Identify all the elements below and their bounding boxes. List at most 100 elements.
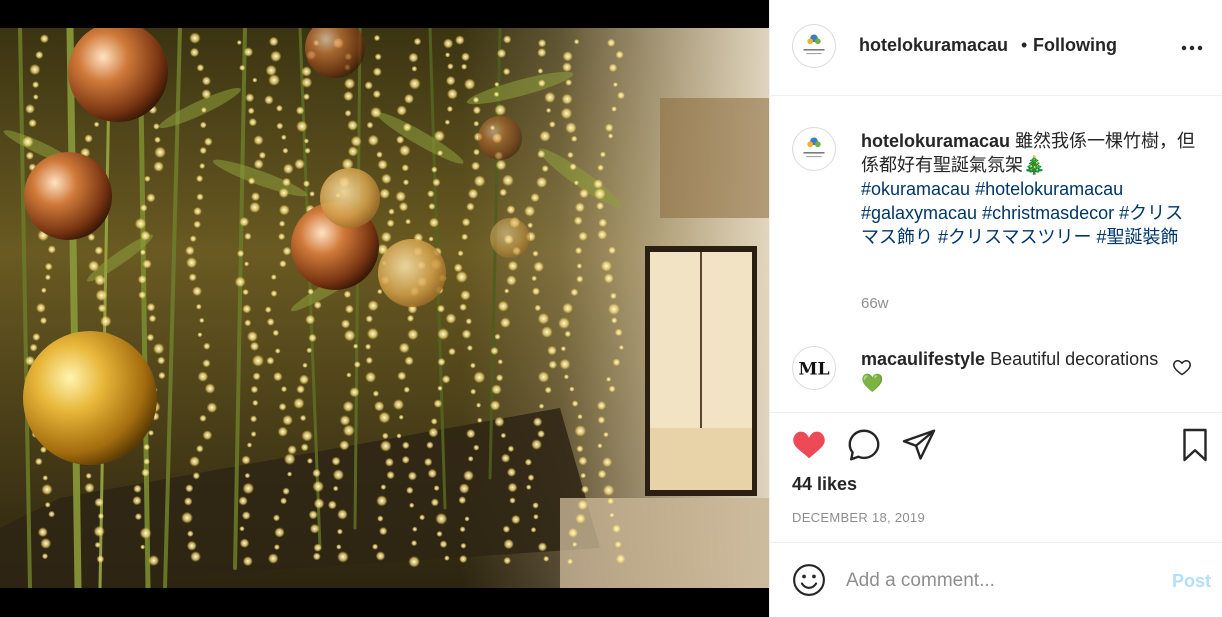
fairy-light	[406, 314, 415, 322]
fairy-light	[192, 286, 203, 297]
fairy-light	[396, 433, 402, 439]
fairy-light	[138, 291, 147, 299]
fairy-light	[244, 472, 251, 479]
fairy-light	[544, 91, 556, 103]
following-button[interactable]: Following	[1033, 35, 1117, 56]
fairy-light	[144, 175, 151, 182]
header-username[interactable]: hotelokuramacau	[859, 35, 1008, 56]
fairy-light	[370, 106, 382, 119]
fairy-light	[493, 91, 500, 98]
bookmark-icon[interactable]	[1177, 427, 1213, 463]
fairy-light	[525, 484, 532, 491]
fairy-light	[494, 104, 507, 116]
caption-username[interactable]: hotelokuramacau	[861, 131, 1010, 151]
fairy-light	[282, 147, 289, 154]
fairy-light	[602, 457, 613, 468]
likes-count[interactable]: 44 likes	[792, 474, 857, 495]
fairy-light	[610, 292, 617, 300]
fairy-light	[196, 193, 204, 201]
fairy-light	[397, 371, 407, 381]
fairy-light	[201, 76, 211, 86]
hashtag-link[interactable]: #クリスマスツリー	[938, 227, 1091, 247]
fairy-light	[536, 176, 548, 188]
fairy-light	[332, 469, 344, 481]
fairy-light	[530, 527, 537, 533]
fairy-light	[140, 230, 151, 241]
fairy-light	[309, 523, 320, 534]
fairy-light	[346, 372, 352, 378]
fairy-light	[143, 458, 150, 465]
fairy-light	[202, 359, 211, 368]
hashtag-link[interactable]: #hotelokuramacau	[975, 179, 1123, 199]
hashtag-link[interactable]: #galaxymacau	[861, 203, 977, 223]
fairy-light	[466, 202, 475, 211]
fairy-light	[405, 218, 411, 225]
fairy-light	[607, 38, 616, 47]
fairy-light	[436, 530, 443, 537]
fairy-light	[273, 371, 283, 382]
fairy-light	[303, 93, 310, 101]
fairy-light	[295, 106, 305, 115]
fairy-light	[573, 180, 579, 186]
hotel-okura-logo-icon[interactable]	[792, 127, 836, 171]
fairy-light	[377, 515, 384, 522]
fairy-light	[308, 333, 317, 343]
comment-icon[interactable]	[846, 427, 882, 463]
fairy-light	[267, 553, 279, 564]
fairy-light	[473, 444, 480, 451]
fairy-light	[97, 304, 107, 313]
fairy-light	[500, 432, 507, 439]
fairy-light	[190, 551, 202, 562]
post-image[interactable]	[0, 28, 769, 588]
fairy-light	[506, 275, 517, 286]
hashtag-link[interactable]: #christmasdecor	[982, 203, 1114, 223]
fairy-light	[427, 468, 437, 479]
fairy-light	[609, 512, 615, 518]
fairy-light	[276, 122, 284, 130]
fairy-light	[276, 104, 283, 112]
fairy-light	[88, 260, 100, 272]
fairy-light	[597, 164, 604, 171]
fairy-light	[447, 63, 454, 70]
fairy-light	[204, 137, 213, 146]
fairy-light	[199, 163, 206, 169]
fairy-light	[203, 342, 211, 350]
post-button[interactable]: Post	[1172, 571, 1211, 592]
fairy-light	[280, 386, 288, 393]
macaulifestyle-avatar[interactable]: ML	[792, 346, 836, 390]
hotel-okura-logo-icon[interactable]	[792, 24, 836, 68]
comment-username[interactable]: macaulifestyle	[861, 349, 985, 369]
hashtag-link[interactable]: #okuramacau	[861, 179, 970, 199]
fairy-light	[187, 530, 194, 537]
caption-timestamp[interactable]: 66w	[861, 295, 889, 312]
fairy-light	[28, 118, 37, 128]
fairy-light	[471, 161, 481, 171]
fairy-light	[599, 151, 606, 158]
comment-input[interactable]	[846, 567, 1146, 595]
post-header: hotelokuramacau • Following	[770, 0, 1222, 96]
fairy-light	[143, 443, 150, 451]
fairy-light	[614, 328, 623, 337]
fairy-light	[250, 415, 258, 423]
fairy-light	[603, 273, 614, 284]
fairy-light	[372, 67, 382, 77]
caption-text: hotelokuramacau 雖然我係一棵竹樹，但係都好有聖誕氣氛架🎄 #ok…	[861, 129, 1196, 249]
fairy-light	[197, 332, 203, 338]
fairy-light	[458, 496, 467, 504]
hashtag-link[interactable]: #聖誕裝飾	[1097, 227, 1179, 247]
fairy-light	[604, 123, 614, 132]
fairy-light	[41, 287, 47, 294]
fairy-light	[93, 121, 100, 128]
heart-icon[interactable]	[791, 427, 827, 463]
fairy-light	[472, 106, 481, 115]
fairy-light	[193, 207, 202, 216]
comment-like-icon[interactable]	[1172, 357, 1192, 377]
fairy-light	[563, 374, 570, 380]
fairy-light	[408, 77, 421, 90]
more-options-icon[interactable]	[1180, 38, 1204, 58]
fairy-light	[273, 544, 280, 551]
fairy-light	[148, 429, 154, 436]
share-icon[interactable]	[901, 427, 937, 463]
fairy-light	[461, 63, 468, 70]
emoji-icon[interactable]	[792, 563, 826, 597]
